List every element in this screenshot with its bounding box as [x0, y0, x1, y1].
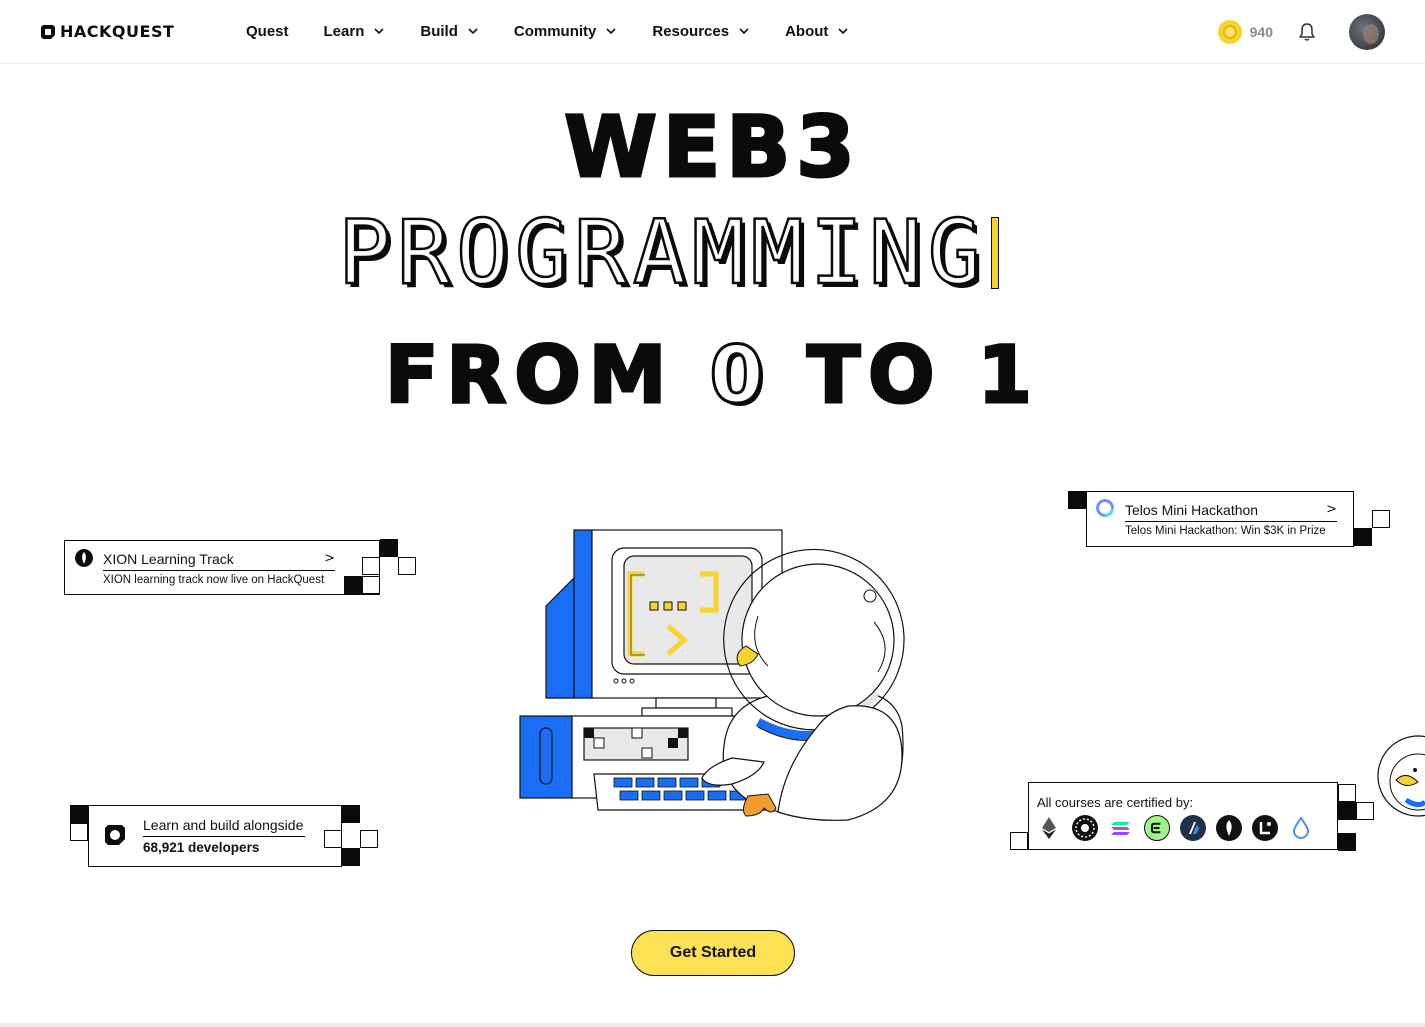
- chevron-down-icon: [374, 28, 384, 35]
- top-navbar: HACKQUEST Quest Learn Build Community Re…: [0, 0, 1425, 64]
- certifier-logos: [1036, 815, 1314, 841]
- coin-count: 940: [1249, 24, 1273, 40]
- pixel-decor: [380, 539, 398, 557]
- typing-caret: [990, 217, 999, 289]
- pixel-decor: [70, 805, 88, 823]
- hero-title-line-1: WEB3: [563, 98, 861, 196]
- nav-item-community[interactable]: Community: [514, 20, 617, 42]
- nav-label: Community: [513, 22, 597, 40]
- pixel-decor: [1338, 802, 1356, 820]
- telos-card-subtitle: Telos Mini Hackathon: Win $3K in Prize: [1125, 525, 1326, 537]
- pixel-decor: [398, 557, 416, 575]
- hero-title-line-3: FROM 0 TO 1: [0, 335, 1425, 418]
- chevron-down-icon: [468, 28, 478, 35]
- nav-label: Build: [420, 22, 458, 40]
- hackquest-logo-icon: [41, 24, 55, 39]
- chevron-down-icon: [606, 28, 616, 35]
- linea-icon[interactable]: [1252, 815, 1278, 841]
- chevron-down-icon: [838, 28, 848, 35]
- pixel-decor: [344, 576, 362, 594]
- ethereum-icon[interactable]: [1036, 815, 1062, 841]
- nav-item-resources[interactable]: Resources: [652, 20, 749, 42]
- pixel-decor: [362, 576, 380, 594]
- telos-hackathon-card[interactable]: Telos Mini Hackathon > Telos Mini Hackat…: [1086, 491, 1354, 547]
- brand-logo[interactable]: HACKQUEST: [40, 22, 174, 41]
- telos-title-text: Telos Mini Hackathon: [1125, 502, 1259, 518]
- pixel-decor: [324, 830, 342, 848]
- pixel-decor: [1068, 491, 1086, 509]
- main-menu: Quest Learn Build Community Resources Ab…: [246, 20, 848, 42]
- pixel-decor: [362, 557, 380, 575]
- pixel-decor: [360, 830, 378, 848]
- xion-card-title: XION Learning Track >: [103, 551, 335, 571]
- nav-item-about[interactable]: About: [785, 20, 848, 42]
- bell-icon[interactable]: [1297, 22, 1317, 42]
- pixel-decor: [1372, 510, 1390, 528]
- user-avatar[interactable]: [1349, 14, 1385, 50]
- astronaut-duck-computer-illustration: [519, 529, 905, 821]
- developer-count: 68,921 developers: [143, 840, 260, 855]
- arrow-right-icon: >: [1326, 502, 1337, 517]
- nav-label: About: [785, 22, 829, 40]
- xion-icon: [75, 549, 93, 567]
- pixel-decor: [342, 848, 360, 866]
- hero-title-typed-text: PROGRAMMING: [337, 201, 987, 304]
- xion-card-subtitle: XION learning track now live on HackQues…: [103, 574, 325, 586]
- hackquest-logo-icon: [105, 825, 125, 845]
- nav-label: Learn: [323, 22, 365, 40]
- solana-icon[interactable]: [1108, 815, 1134, 841]
- nav-item-quest[interactable]: Quest: [246, 20, 289, 42]
- certified-by-label: All courses are certified by:: [1037, 795, 1194, 810]
- hero-title-line-2: PROGRAMMING: [337, 201, 999, 304]
- telos-icon: [1096, 499, 1114, 517]
- nav-label: Quest: [246, 22, 289, 40]
- pixel-decor: [1338, 784, 1356, 802]
- pixel-decor: [1010, 832, 1028, 850]
- arrow-right-icon: >: [324, 551, 335, 566]
- drop-icon[interactable]: [1288, 815, 1314, 841]
- user-area: 940: [1217, 14, 1385, 50]
- xion-icon[interactable]: [1216, 815, 1242, 841]
- nav-item-learn[interactable]: Learn: [324, 20, 385, 42]
- chevron-down-icon: [739, 28, 749, 35]
- eclipse-icon[interactable]: [1144, 815, 1170, 841]
- coin-icon[interactable]: [1217, 20, 1242, 44]
- nav-label: Resources: [652, 22, 730, 40]
- xion-track-card[interactable]: XION Learning Track > XION learning trac…: [64, 540, 380, 595]
- arweave-icon[interactable]: [1072, 815, 1098, 841]
- next-section-edge: [0, 1023, 1425, 1027]
- hero-line3-suffix: TO 1: [771, 331, 1040, 421]
- pixel-decor: [1338, 833, 1356, 851]
- hero-line3-prefix: FROM: [384, 331, 710, 421]
- pixel-decor: [1354, 528, 1372, 546]
- xion-title-text: XION Learning Track: [103, 551, 234, 567]
- community-card-title: Learn and build alongside: [143, 817, 305, 837]
- get-started-button[interactable]: Get Started: [631, 930, 795, 976]
- nav-item-build[interactable]: Build: [420, 20, 478, 42]
- community-card: Learn and build alongside 68,921 develop…: [88, 805, 342, 867]
- brand-name: HACKQUEST: [60, 22, 175, 41]
- pixel-decor: [70, 823, 88, 841]
- telos-card-title: Telos Mini Hackathon >: [1125, 502, 1337, 522]
- pixel-decor: [342, 805, 360, 823]
- arbitrum-icon[interactable]: [1180, 815, 1206, 841]
- peeking-duck-mascot: [1377, 735, 1425, 817]
- hero-line3-zero: 0: [708, 331, 772, 421]
